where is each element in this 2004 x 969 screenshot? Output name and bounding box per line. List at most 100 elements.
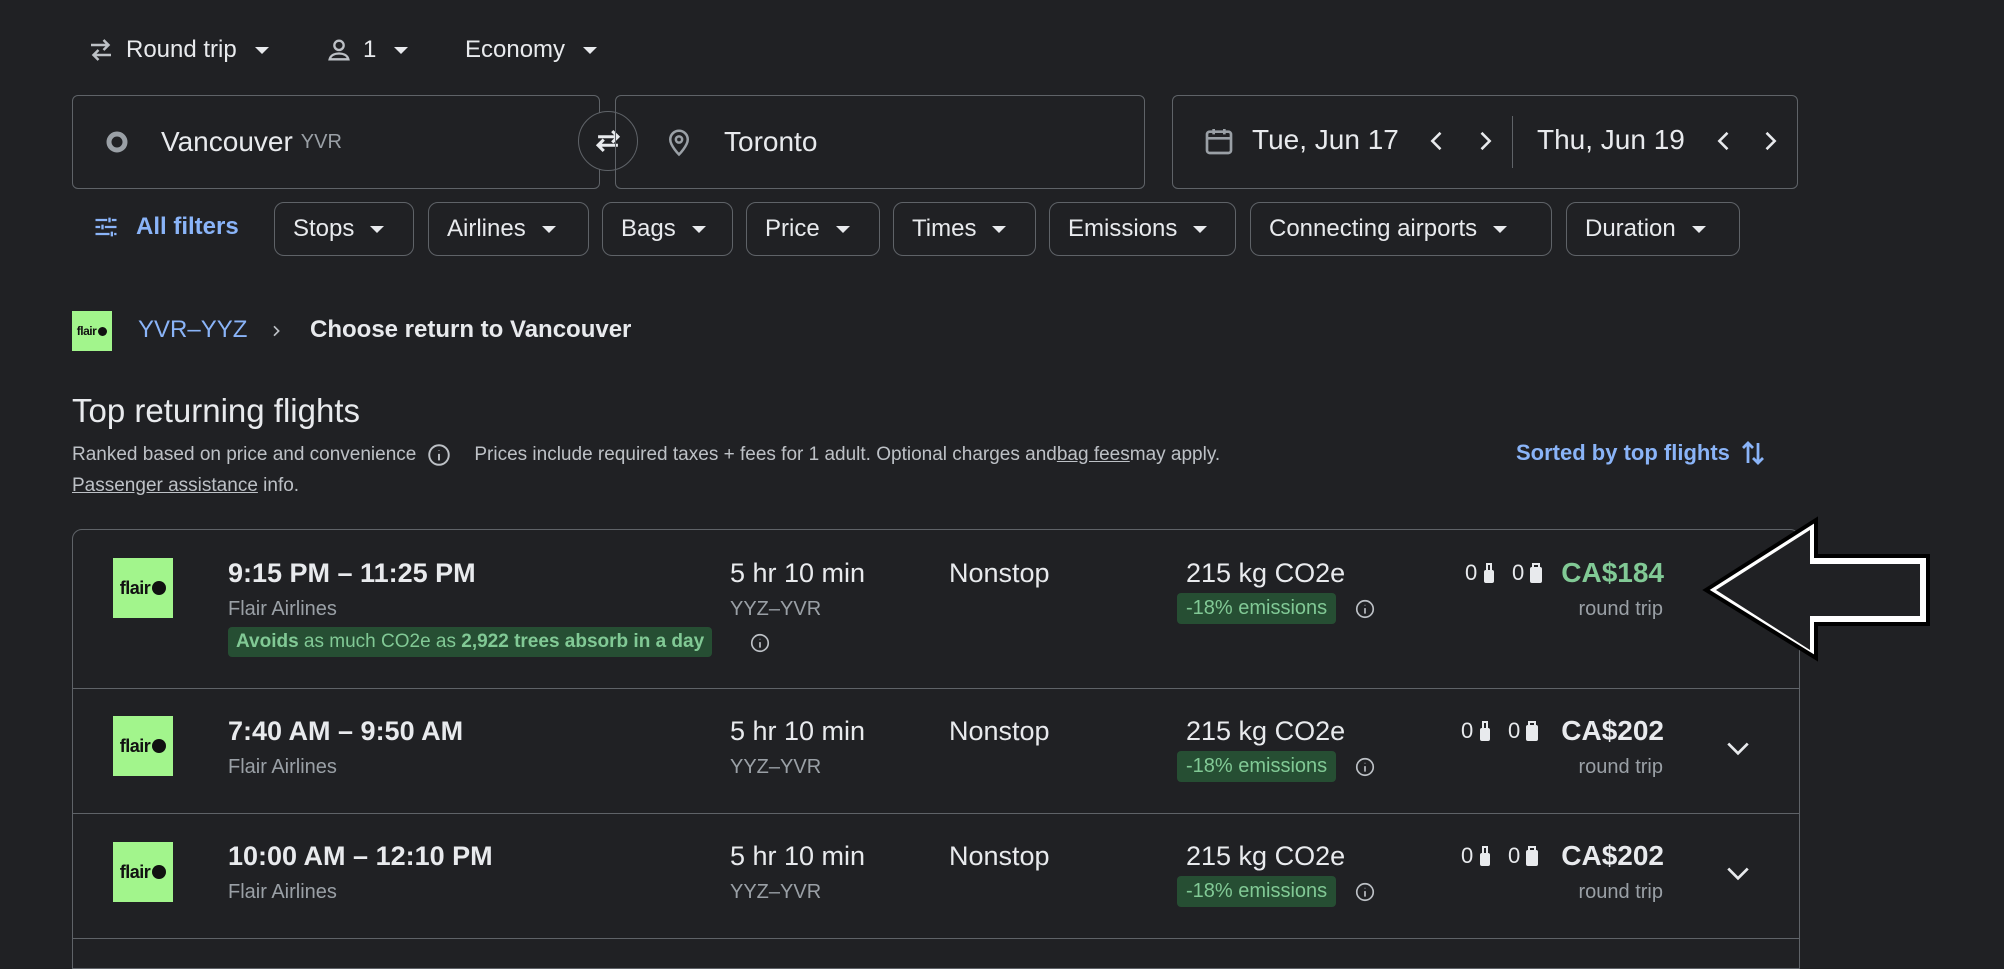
checked-count: 0	[1512, 560, 1525, 585]
trip-type-select[interactable]: Round trip	[86, 32, 269, 68]
destination-city: Toronto	[724, 126, 818, 157]
checked-bag-icon	[1524, 719, 1540, 743]
carry-on-icon	[1477, 719, 1493, 743]
filter-bags[interactable]: Bags	[602, 202, 733, 256]
flight-duration: 5 hr 10 min	[730, 716, 866, 746]
chip-label: Price	[765, 215, 820, 242]
emissions-badge: -18% emissions	[1177, 751, 1337, 782]
checked-bags: 0	[1512, 560, 1544, 586]
info-icon[interactable]	[1354, 598, 1376, 620]
info-text: info.	[257, 475, 300, 496]
filter-times[interactable]: Times	[893, 202, 1036, 256]
logo-text: flair	[76, 324, 97, 338]
airline-name: Flair Airlines	[228, 756, 337, 778]
eco-badge: Avoids as much CO2e as 2,922 trees absor…	[228, 627, 713, 657]
carry-on-icon	[1481, 561, 1497, 585]
depart-next-icon[interactable]	[1471, 126, 1499, 156]
checked-bags: 0	[1508, 718, 1540, 744]
return-date[interactable]: Thu, Jun 19	[1537, 124, 1685, 156]
filter-connecting-airports[interactable]: Connecting airports	[1250, 202, 1552, 256]
sort-button[interactable]: Sorted by top flights	[1516, 436, 1768, 470]
co2-amount: 215 kg CO2e	[1186, 841, 1346, 871]
chevron-down-icon	[1691, 225, 1706, 233]
flight-stops: Nonstop	[949, 558, 1050, 588]
flight-stops: Nonstop	[949, 841, 1050, 871]
info-icon[interactable]	[749, 632, 771, 654]
emissions-badge: -18% emissions	[1177, 593, 1337, 624]
chip-label: Airlines	[447, 215, 526, 242]
prices-note: Prices include required taxes + fees for…	[474, 444, 1057, 465]
location-pin-icon	[664, 125, 694, 159]
flight-price: CA$202	[1561, 715, 1664, 746]
eco-trees: 2,922 trees absorb in a day	[461, 631, 705, 652]
ranked-text: Ranked based on price and convenience	[72, 444, 417, 465]
prices-note-end: may apply.	[1129, 444, 1221, 465]
row-divider	[73, 938, 1799, 939]
chip-label: Emissions	[1068, 215, 1178, 242]
chevron-down-icon	[691, 225, 706, 233]
passenger-assistance-link[interactable]: Passenger assistance	[72, 475, 258, 496]
co2-amount: 215 kg CO2e	[1186, 716, 1346, 746]
carry-on-bags: 0	[1465, 560, 1497, 586]
flight-row[interactable]	[73, 814, 1799, 938]
section-title: Top returning flights	[72, 392, 360, 429]
checked-count: 0	[1508, 718, 1521, 743]
logo-text: flair	[119, 577, 151, 598]
origin-city: Vancouver	[161, 126, 293, 157]
chevron-down-icon	[370, 225, 385, 233]
chip-label: Bags	[621, 215, 676, 242]
expand-chevron-icon[interactable]	[1718, 729, 1758, 769]
info-icon[interactable]	[426, 442, 452, 468]
chevron-right-icon	[268, 320, 284, 342]
info-icon[interactable]	[1354, 881, 1376, 903]
checked-bag-icon	[1528, 561, 1544, 585]
bag-fees-link[interactable]: bag fees	[1057, 444, 1130, 466]
eco-mid: as much CO2e as	[298, 631, 462, 652]
chip-label: Stops	[293, 215, 355, 242]
all-filters-button[interactable]: All filters	[92, 213, 239, 241]
return-next-icon[interactable]	[1756, 126, 1784, 156]
cabin-class-select[interactable]: Economy	[465, 32, 598, 68]
price-note: round trip	[1578, 598, 1664, 620]
return-prev-icon[interactable]	[1710, 126, 1738, 156]
filter-airlines[interactable]: Airlines	[428, 202, 589, 256]
price-note: round trip	[1578, 881, 1664, 903]
flight-price: CA$202	[1561, 840, 1664, 871]
filter-emissions[interactable]: Emissions	[1049, 202, 1236, 256]
flight-route: YYZ–YVR	[730, 756, 822, 778]
person-icon	[325, 36, 353, 64]
chevron-down-icon	[254, 46, 269, 54]
checked-bags: 0	[1508, 843, 1540, 869]
chevron-down-icon	[541, 225, 556, 233]
flight-row[interactable]	[73, 689, 1799, 813]
filter-duration[interactable]: Duration	[1566, 202, 1740, 256]
chevron-down-icon	[1193, 225, 1208, 233]
origin-input[interactable]: Vancouver YVR	[72, 95, 600, 189]
carry-on-count: 0	[1461, 843, 1474, 868]
carry-on-bags: 0	[1461, 718, 1493, 744]
depart-date[interactable]: Tue, Jun 17	[1252, 124, 1399, 156]
depart-prev-icon[interactable]	[1423, 126, 1451, 156]
expand-chevron-icon[interactable]	[1718, 854, 1758, 894]
price-note: round trip	[1578, 756, 1664, 778]
origin-circle-icon	[105, 130, 129, 154]
carry-on-icon	[1477, 844, 1493, 868]
filter-price[interactable]: Price	[746, 202, 880, 256]
chevron-down-icon	[394, 46, 409, 54]
date-divider	[1512, 116, 1513, 168]
flight-times: 9:15 PM – 11:25 PM	[228, 558, 476, 588]
airline-name: Flair Airlines	[228, 881, 337, 903]
passengers-select[interactable]: 1	[325, 32, 409, 68]
assistance-line: Passenger assistance info.	[72, 475, 299, 497]
logo-text: flair	[119, 735, 151, 756]
breadcrumb-current: Choose return to Vancouver	[310, 316, 632, 343]
destination-input[interactable]: Toronto	[615, 95, 1145, 189]
carry-on-count: 0	[1461, 718, 1474, 743]
info-icon[interactable]	[1354, 756, 1376, 778]
flight-times: 7:40 AM – 9:50 AM	[228, 716, 464, 746]
chevron-down-icon	[583, 46, 598, 54]
flight-route: YYZ–YVR	[730, 881, 822, 903]
breadcrumb-route-link[interactable]: YVR–YYZ	[138, 316, 247, 344]
filter-stops[interactable]: Stops	[274, 202, 414, 256]
chevron-down-icon	[1493, 225, 1508, 233]
